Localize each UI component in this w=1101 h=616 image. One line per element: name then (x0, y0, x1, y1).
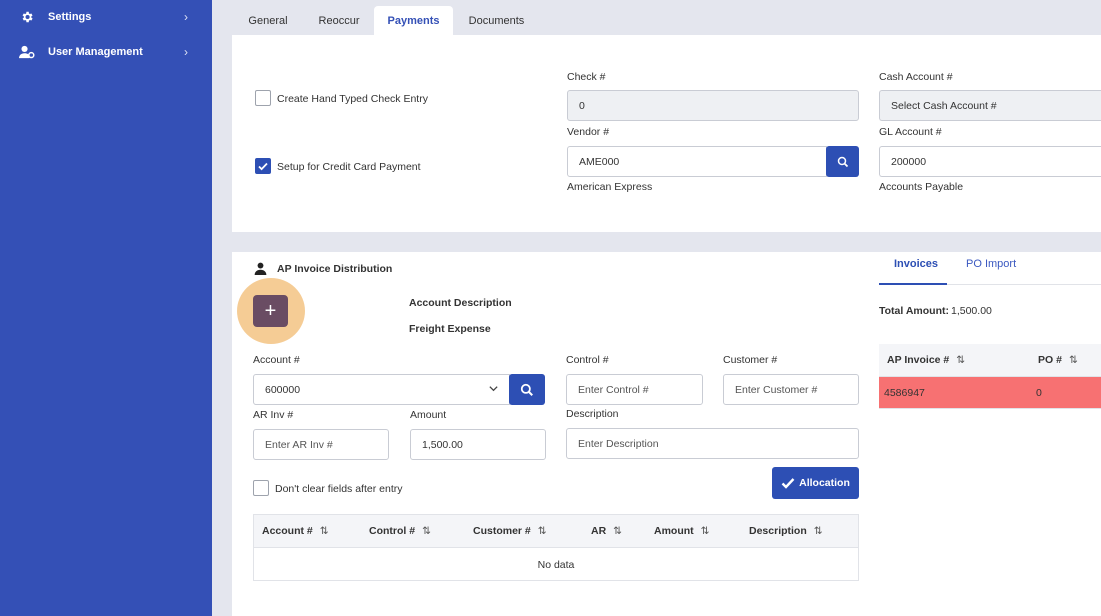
chevron-right-icon: › (184, 45, 188, 59)
allocation-button[interactable]: Allocation (772, 467, 859, 499)
table-row[interactable]: 4586947 0 (879, 377, 1101, 408)
col-control[interactable]: Control # ⇅ (369, 525, 431, 537)
sidebar-item-label: User Management (48, 46, 143, 58)
tab-invoices[interactable]: Invoices (894, 258, 938, 270)
distribution-table: Account # ⇅ Control # ⇅ Customer # ⇅ AR ⇅ Am… (253, 514, 859, 581)
sort-icon: ⇅ (537, 525, 547, 537)
ar-inv-input[interactable]: Enter AR Inv # (253, 429, 389, 460)
table-empty-text: No data (537, 558, 575, 571)
chevron-down-icon (488, 383, 499, 397)
check-number-label: Check # (567, 71, 606, 83)
sort-icon: ⇅ (813, 525, 823, 537)
row-divider (879, 408, 1101, 409)
po-number: 0 (1036, 387, 1042, 399)
checkmark-icon (258, 162, 268, 171)
gear-icon (19, 9, 35, 25)
account-select[interactable]: 600000 (253, 374, 510, 405)
sort-icon: ⇅ (956, 354, 966, 366)
col-amount[interactable]: Amount ⇅ (654, 525, 709, 537)
credit-card-payment-label: Setup for Credit Card Payment (277, 161, 421, 173)
sort-icon: ⇅ (613, 525, 622, 537)
sort-icon: ⇅ (422, 525, 431, 537)
distribution-title: AP Invoice Distribution (277, 263, 393, 275)
check-number-field[interactable]: 0 (567, 90, 859, 121)
vendor-name: American Express (567, 181, 653, 193)
add-distribution-button[interactable]: + (253, 295, 288, 327)
account-value: 600000 (265, 383, 301, 396)
sort-icon: ⇅ (700, 525, 710, 537)
col-account[interactable]: Account # ⇅ (262, 525, 329, 537)
total-amount-value: 1,500.00 (951, 305, 992, 317)
user-gear-icon (19, 44, 35, 60)
col-description[interactable]: Description ⇅ (749, 525, 823, 537)
account-search-button[interactable] (509, 374, 545, 405)
account-description-value: Freight Expense (409, 323, 491, 335)
tab-general[interactable]: General (232, 6, 304, 35)
control-label: Control # (566, 354, 609, 366)
active-tab-underline (879, 283, 947, 285)
account-description-label: Account Description (409, 297, 512, 309)
credit-card-payment-checkbox[interactable] (255, 158, 271, 174)
sidebar-item-settings[interactable]: Settings › (0, 2, 212, 32)
allocation-button-label: Allocation (799, 477, 850, 489)
gl-account-label: GL Account # (879, 126, 942, 138)
tab-reoccur[interactable]: Reoccur (304, 6, 374, 35)
checkmark-icon (781, 478, 795, 489)
hand-typed-check-label: Create Hand Typed Check Entry (277, 93, 428, 105)
col-ap-invoice[interactable]: AP Invoice # ⇅ (887, 354, 965, 366)
payments-card (232, 35, 1101, 232)
gl-account-field[interactable]: 200000 (879, 146, 1101, 177)
col-customer[interactable]: Customer # ⇅ (473, 525, 547, 537)
col-po[interactable]: PO # ⇅ (1038, 354, 1078, 366)
customer-label: Customer # (723, 354, 778, 366)
col-ar[interactable]: AR ⇅ (591, 525, 622, 537)
amount-input[interactable]: 1,500.00 (410, 429, 546, 460)
sidebar: Settings › User Management › (0, 0, 212, 616)
dont-clear-checkbox[interactable] (253, 480, 269, 496)
tab-payments[interactable]: Payments (374, 6, 453, 35)
amount-label: Amount (410, 409, 447, 421)
account-label: Account # (253, 354, 300, 366)
user-icon (254, 262, 267, 278)
sort-icon: ⇅ (1068, 354, 1078, 366)
sort-icon: ⇅ (319, 525, 329, 537)
ar-inv-label: AR Inv # (253, 409, 294, 421)
search-icon (837, 156, 848, 167)
sidebar-item-label: Settings (48, 11, 92, 23)
total-amount-label: Total Amount: (879, 305, 949, 317)
description-input[interactable]: Enter Description (566, 428, 859, 459)
chevron-right-icon: › (184, 10, 188, 24)
cash-account-select[interactable]: Select Cash Account # (879, 90, 1101, 121)
vendor-label: Vendor # (567, 126, 610, 138)
gl-account-name: Accounts Payable (879, 181, 964, 193)
hand-typed-check-checkbox[interactable] (255, 90, 271, 106)
vendor-field[interactable]: AME000 (567, 146, 827, 177)
sidebar-item-user-management[interactable]: User Management › (0, 37, 212, 67)
customer-input[interactable]: Enter Customer # (723, 374, 859, 405)
vendor-search-button[interactable] (826, 146, 859, 177)
dont-clear-label: Don't clear fields after entry (275, 483, 403, 495)
table-header: Account # ⇅ Control # ⇅ Customer # ⇅ AR ⇅ Am… (254, 515, 858, 548)
search-icon (520, 383, 533, 396)
cash-account-label: Cash Account # (879, 71, 953, 83)
control-input[interactable]: Enter Control # (566, 374, 703, 405)
invoice-number: 4586947 (884, 387, 925, 399)
description-label: Description (566, 408, 619, 420)
tab-po-import[interactable]: PO Import (966, 258, 1016, 270)
tab-documents[interactable]: Documents (453, 6, 540, 35)
invoice-table-header: AP Invoice # ⇅ PO # ⇅ (879, 344, 1101, 377)
